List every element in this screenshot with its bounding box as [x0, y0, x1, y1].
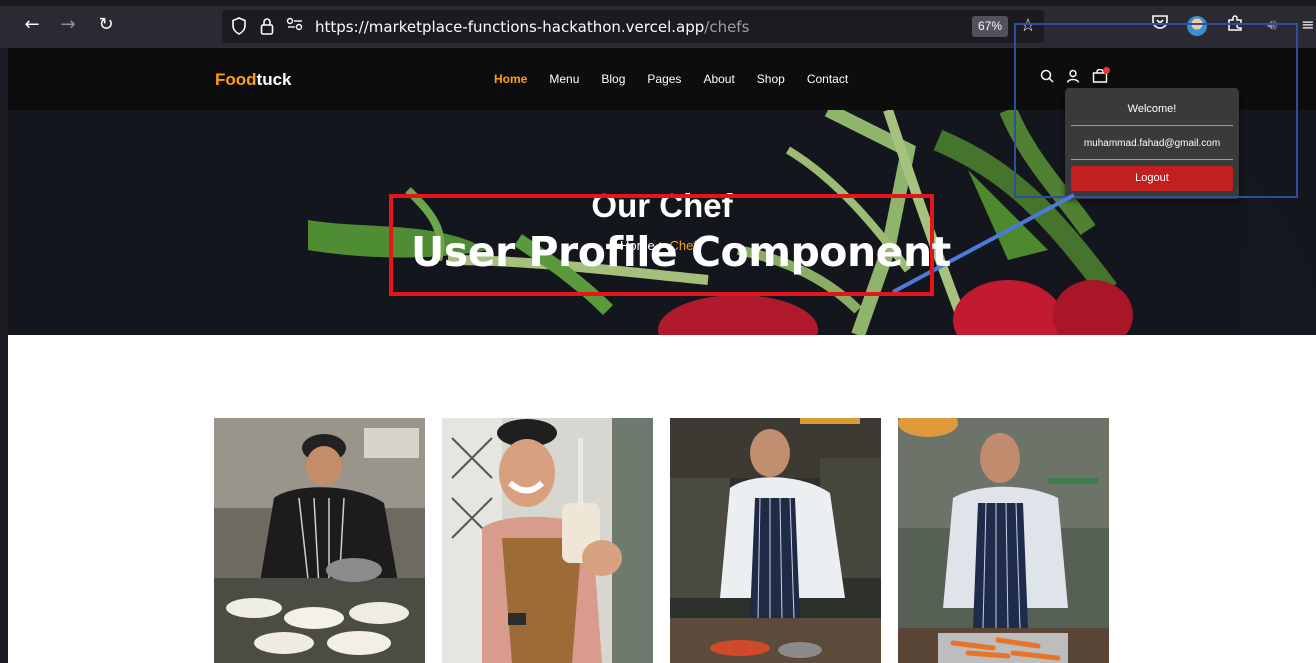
- logo-accent-text: Food: [215, 70, 257, 89]
- lock-icon[interactable]: [258, 17, 276, 35]
- reload-icon[interactable]: ↻: [95, 14, 117, 36]
- chef-photo: [898, 418, 1109, 663]
- forward-icon[interactable]: →: [57, 14, 79, 36]
- chef-card[interactable]: [442, 418, 653, 663]
- menu-icon[interactable]: ≡: [1297, 14, 1316, 36]
- url-domain: https://marketplace-functions-hackathon.…: [315, 18, 705, 36]
- site-logo[interactable]: Foodtuck: [215, 70, 292, 90]
- menu-item-shop[interactable]: Shop: [757, 72, 785, 86]
- permissions-icon[interactable]: [286, 17, 304, 35]
- main-menu: Home Menu Blog Pages About Shop Contact: [494, 72, 870, 86]
- chef-photo: [214, 418, 425, 663]
- logo-text: tuck: [256, 70, 292, 89]
- chef-photo: [442, 418, 653, 663]
- chef-card[interactable]: [670, 418, 881, 663]
- annotation-label: User Profile Component: [411, 228, 951, 276]
- menu-item-about[interactable]: About: [703, 72, 734, 86]
- menu-item-menu[interactable]: Menu: [549, 72, 579, 86]
- back-icon[interactable]: ←: [21, 14, 43, 36]
- shield-icon[interactable]: [230, 17, 248, 35]
- menu-item-home[interactable]: Home: [494, 72, 527, 86]
- zoom-level-badge[interactable]: 67%: [972, 16, 1008, 37]
- chef-photo: [670, 418, 881, 663]
- url-path: /chefs: [704, 18, 750, 36]
- menu-item-blog[interactable]: Blog: [601, 72, 625, 86]
- menu-item-contact[interactable]: Contact: [807, 72, 848, 86]
- url-text[interactable]: https://marketplace-functions-hackathon.…: [315, 18, 749, 36]
- menu-item-pages[interactable]: Pages: [647, 72, 681, 86]
- chef-card[interactable]: [214, 418, 425, 663]
- tab-strip: [0, 0, 1316, 6]
- annotation-highlight-box: [1014, 23, 1298, 198]
- address-bar[interactable]: https://marketplace-functions-hackathon.…: [222, 10, 1044, 43]
- chef-card[interactable]: [898, 418, 1109, 663]
